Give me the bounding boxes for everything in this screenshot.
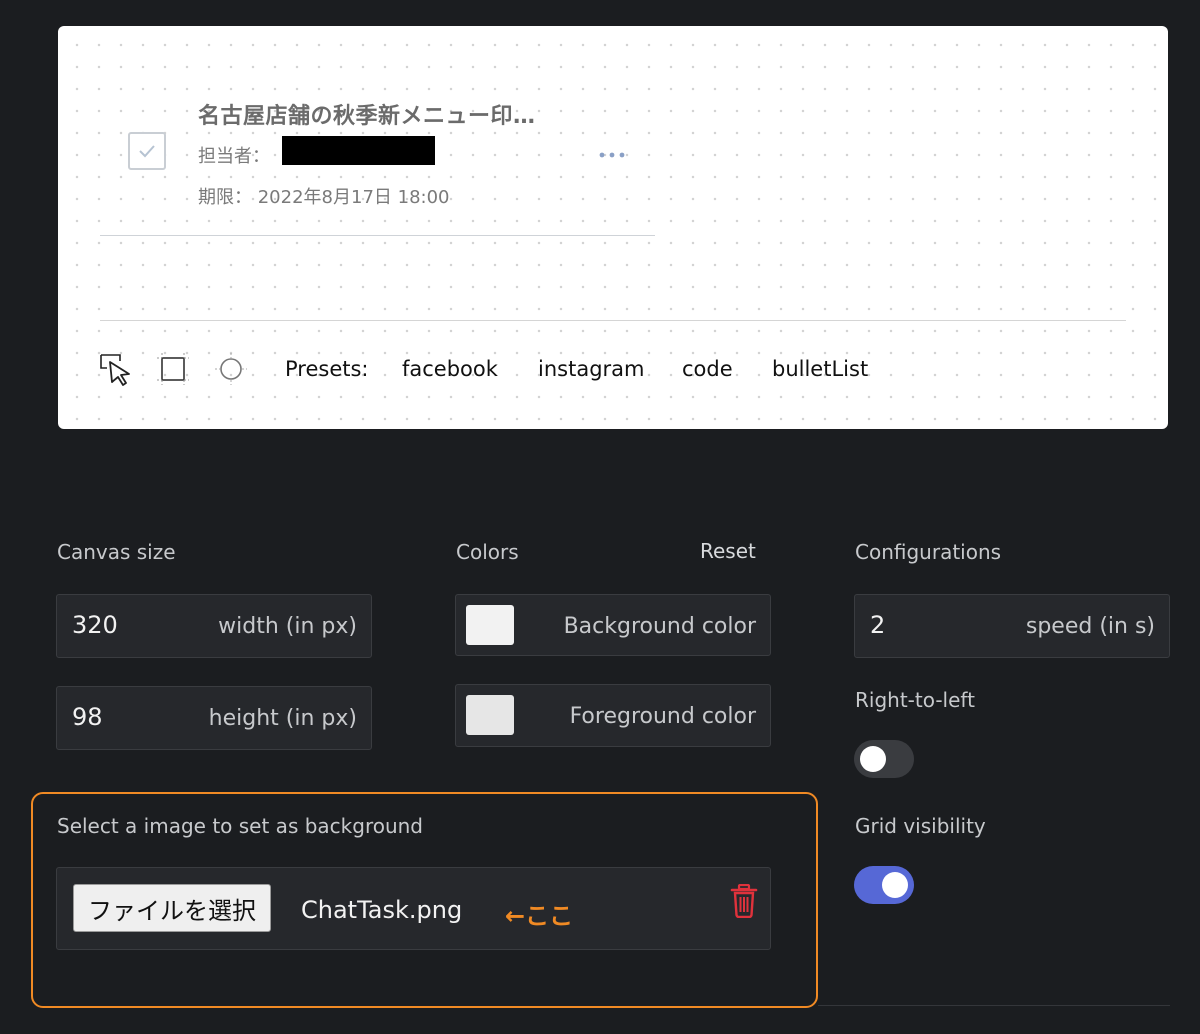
speed-value[interactable]: 2 (870, 611, 885, 639)
background-color-input[interactable]: Background color (455, 594, 771, 656)
background-color-label: Background color (563, 614, 756, 639)
preset-facebook[interactable]: facebook (402, 357, 498, 381)
preset-code[interactable]: code (682, 357, 733, 381)
speed-input[interactable]: 2 speed (in s) (854, 594, 1170, 658)
height-label: height (in px) (208, 706, 357, 731)
rectangle-icon (157, 353, 189, 385)
height-input[interactable]: 98 height (in px) (56, 686, 372, 750)
preview-canvas[interactable]: 名古屋店舗の秋季新メニュー印… 担当者： 期限： 2022年8月17日 18:0… (58, 26, 1168, 429)
background-color-swatch[interactable] (466, 605, 514, 645)
width-input[interactable]: 320 width (in px) (56, 594, 372, 658)
toolbar-divider (100, 320, 1126, 321)
background-image-heading: Select a image to set as background (57, 814, 424, 838)
rectangle-tool-button[interactable] (156, 352, 190, 386)
configurations-heading: Configurations (855, 540, 1002, 564)
foreground-color-label: Foreground color (569, 704, 756, 729)
annotation-arrow: ←ここ (505, 902, 574, 930)
due-label: 期限： (198, 187, 252, 208)
file-name: ChatTask.png (301, 896, 463, 924)
grid-visibility-label: Grid visibility (855, 814, 986, 838)
width-value[interactable]: 320 (72, 611, 118, 639)
pointer-tool-button[interactable] (98, 352, 132, 386)
task-checkbox[interactable] (128, 132, 166, 170)
preset-instagram[interactable]: instagram (538, 357, 644, 381)
more-horizontal-icon[interactable] (598, 140, 626, 165)
section-divider (818, 1005, 1170, 1006)
reset-button[interactable]: Reset (700, 539, 756, 563)
file-input[interactable]: ファイルを選択 ChatTask.png ←ここ (56, 867, 771, 950)
circle-tool-button[interactable] (214, 352, 248, 386)
rtl-toggle[interactable] (854, 740, 914, 778)
rtl-toggle-knob (860, 746, 886, 772)
check-icon (139, 145, 155, 158)
grid-toggle-knob (882, 872, 908, 898)
width-label: width (in px) (218, 614, 357, 639)
canvas-size-heading: Canvas size (57, 540, 176, 564)
choose-file-button[interactable]: ファイルを選択 (73, 884, 271, 932)
presets-label: Presets: (285, 357, 369, 381)
due-row: 期限： 2022年8月17日 18:00 (198, 183, 450, 209)
task-divider (100, 235, 655, 236)
task-title: 名古屋店舗の秋季新メニュー印… (198, 104, 536, 129)
preset-bulletlist[interactable]: bulletList (772, 357, 868, 381)
redacted-assignee (282, 136, 435, 165)
height-value[interactable]: 98 (72, 703, 103, 731)
foreground-color-swatch[interactable] (466, 695, 514, 735)
colors-heading: Colors (456, 540, 519, 564)
due-value: 2022年8月17日 18:00 (257, 187, 450, 208)
assignee-label: 担当者： (198, 146, 270, 167)
trash-icon[interactable] (730, 884, 758, 918)
rtl-label: Right-to-left (855, 688, 975, 712)
circle-icon (215, 353, 247, 385)
grid-visibility-toggle[interactable] (854, 866, 914, 904)
pointer-icon (100, 354, 130, 386)
foreground-color-input[interactable]: Foreground color (455, 684, 771, 747)
speed-label: speed (in s) (1025, 614, 1155, 639)
